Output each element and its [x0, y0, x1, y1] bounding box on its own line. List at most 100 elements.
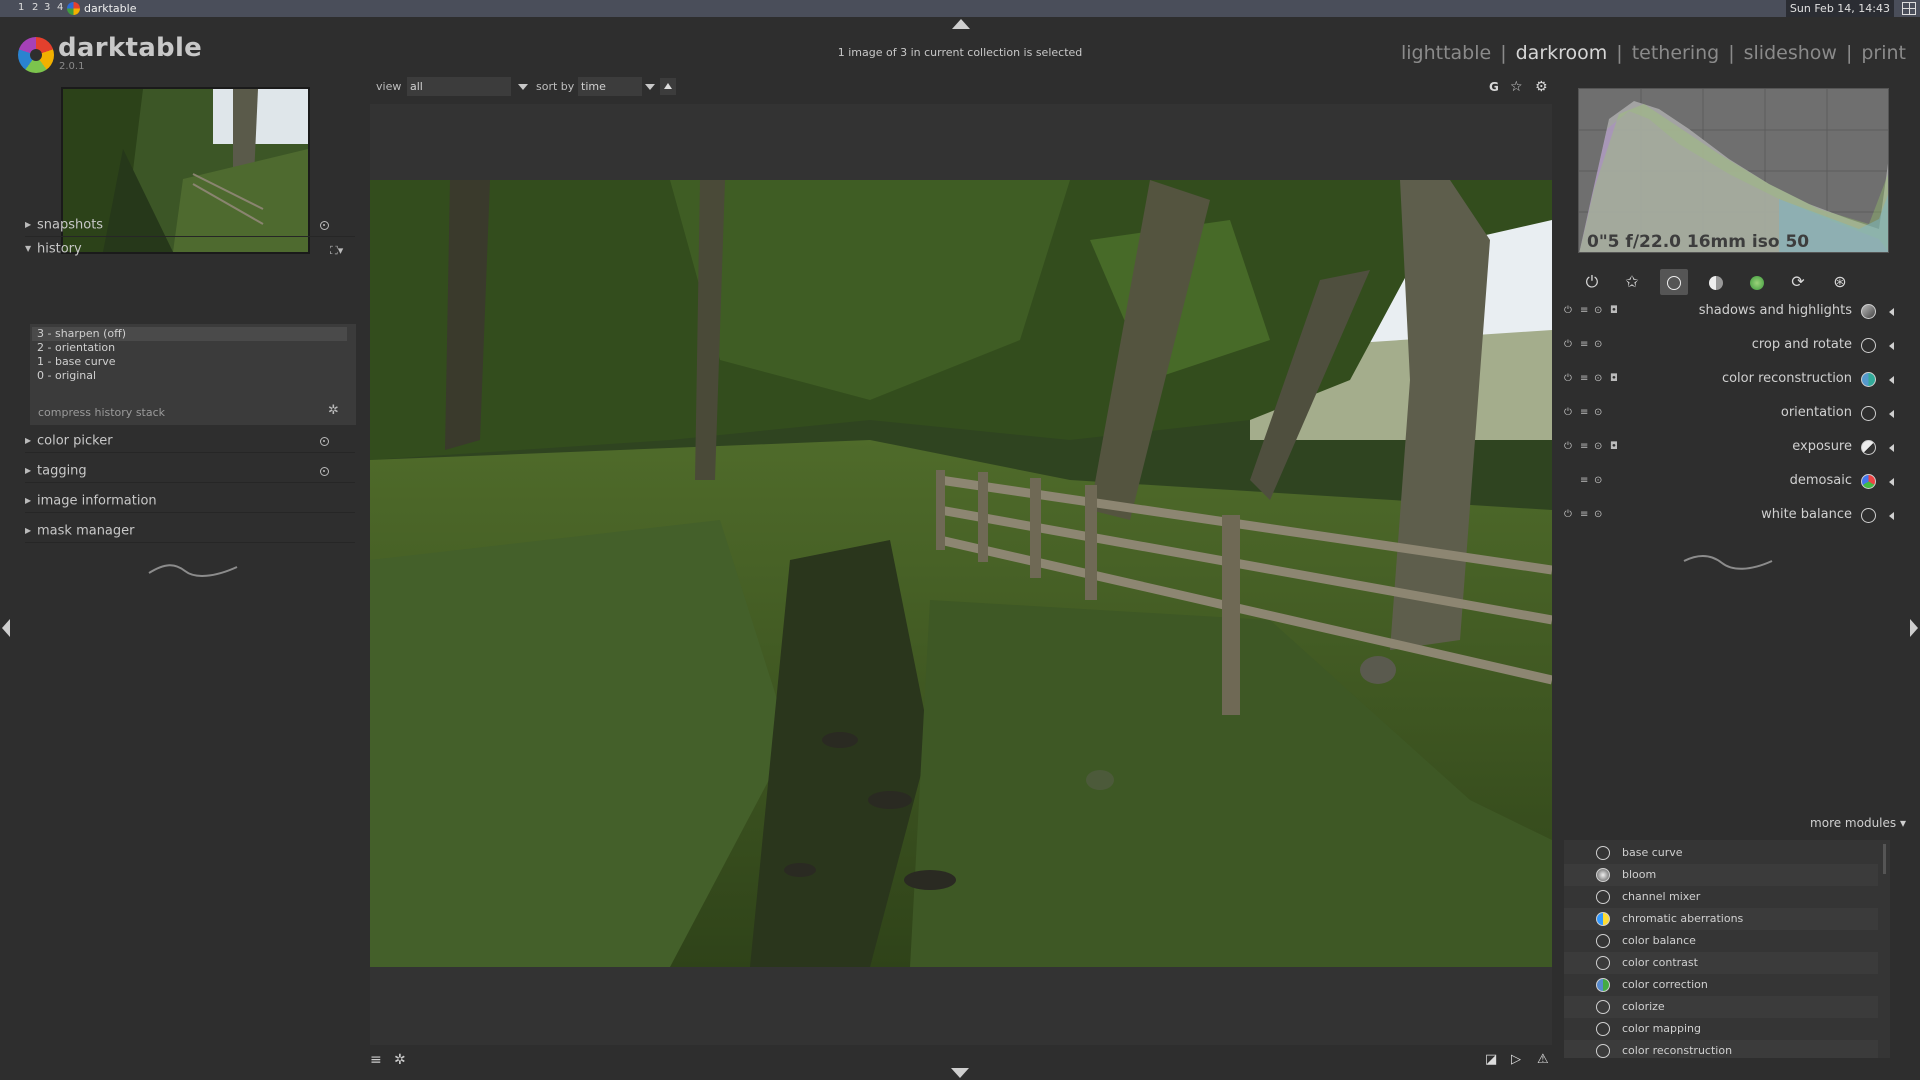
module-crop-and-rotate[interactable]: ⏻ ≡ ⊙ crop and rotate [1560, 329, 1902, 363]
more-module-item[interactable]: chromatic aberrations [1564, 908, 1878, 930]
module-presets-icon[interactable]: ≡ [1580, 305, 1588, 316]
module-instance-icon[interactable]: ◘ [1610, 441, 1618, 452]
history-item[interactable]: 2 - orientation [37, 341, 115, 355]
grouping-icon[interactable]: G [1489, 80, 1499, 94]
compress-history-button[interactable]: compress history stack [38, 406, 165, 419]
module-instance-icon[interactable]: ◘ [1610, 373, 1618, 384]
module-power-icon[interactable]: ⏻ [1564, 339, 1572, 350]
center-image[interactable] [370, 180, 1552, 967]
tone-group-icon[interactable] [1702, 269, 1730, 295]
collapse-right-arrow-icon[interactable] [1910, 619, 1918, 637]
module-reset-icon[interactable]: ⊙ [1594, 509, 1602, 520]
view-lighttable[interactable]: lighttable [1401, 42, 1491, 64]
module-power-icon[interactable]: ⏻ [1564, 441, 1572, 452]
presets-menu-icon[interactable]: ≡ [370, 1052, 382, 1068]
softproof-toggle-icon[interactable]: ▷ [1511, 1052, 1521, 1067]
reset-icon[interactable] [320, 437, 329, 446]
more-module-item[interactable]: channel mixer [1564, 886, 1878, 908]
power-icon[interactable]: ⏻ [1578, 269, 1606, 295]
module-reset-icon[interactable]: ⊙ [1594, 339, 1602, 350]
reset-icon[interactable] [320, 221, 329, 230]
expand-arrow-icon[interactable] [1889, 444, 1894, 452]
module-white-balance[interactable]: ⏻ ≡ ⊙ white balance [1560, 499, 1902, 533]
more-modules-scrollbar[interactable] [1883, 844, 1886, 874]
gear-icon[interactable]: ⚙ [1535, 79, 1548, 95]
expand-arrow-icon[interactable] [1889, 308, 1894, 316]
view-darkroom[interactable]: darkroom [1516, 42, 1608, 64]
expand-arrow-icon[interactable] [1889, 342, 1894, 350]
module-power-icon[interactable]: ⏻ [1564, 407, 1572, 418]
view-filter-combo[interactable]: all [407, 77, 511, 96]
view-slideshow[interactable]: slideshow [1744, 42, 1837, 64]
module-presets-icon[interactable]: ≡ [1580, 509, 1588, 520]
module-demosaic[interactable]: ≡ ⊙ demosaic [1560, 465, 1902, 499]
sort-direction-button[interactable] [660, 78, 676, 95]
module-presets-icon[interactable]: ≡ [1580, 339, 1588, 350]
module-instance-icon[interactable]: ◘ [1610, 305, 1618, 316]
module-presets-icon[interactable]: ≡ [1580, 407, 1588, 418]
section-mask-manager[interactable]: ▶ mask manager [25, 519, 355, 543]
clock[interactable]: Sun Feb 14, 14:43 [1785, 0, 1894, 17]
section-snapshots[interactable]: ▶ snapshots [25, 213, 355, 237]
window-title[interactable]: darktable [84, 0, 136, 17]
star-icon[interactable]: ☆ [1510, 79, 1523, 95]
module-color-reconstruction[interactable]: ⏻ ≡ ⊙ ◘ color reconstruction [1560, 363, 1902, 397]
more-module-item[interactable]: bloom [1564, 864, 1878, 886]
module-presets-icon[interactable]: ≡ [1580, 441, 1588, 452]
section-color-picker[interactable]: ▶ color picker [25, 429, 355, 453]
module-power-icon[interactable]: ⏻ [1564, 305, 1572, 316]
module-reset-icon[interactable]: ⊙ [1594, 441, 1602, 452]
history-item[interactable]: 0 - original [37, 369, 96, 383]
view-tethering[interactable]: tethering [1632, 42, 1720, 64]
module-reset-icon[interactable]: ⊙ [1594, 475, 1602, 486]
sort-combo[interactable]: time [578, 77, 642, 96]
module-exposure[interactable]: ⏻ ≡ ⊙ ◘ exposure [1560, 431, 1902, 465]
basic-group-circle-icon[interactable] [1660, 269, 1688, 295]
collapse-bottom-arrow-icon[interactable] [951, 1068, 969, 1078]
workspace-2[interactable]: 2 [32, 1, 38, 15]
module-presets-icon[interactable]: ≡ [1580, 475, 1588, 486]
section-tagging[interactable]: ▶ tagging [25, 459, 355, 483]
workspace-1[interactable]: 1 [18, 1, 24, 15]
layout-grid-icon[interactable] [1902, 2, 1916, 15]
module-power-icon[interactable]: ⏻ [1564, 373, 1572, 384]
workspace-4[interactable]: 4 [57, 1, 63, 15]
chevron-down-icon[interactable] [518, 84, 528, 90]
section-image-information[interactable]: ▶ image information [25, 489, 355, 513]
reset-icon[interactable] [320, 467, 329, 476]
history-item[interactable]: 1 - base curve [37, 355, 116, 369]
collapse-top-arrow-icon[interactable] [952, 19, 970, 29]
expand-arrow-icon[interactable] [1889, 376, 1894, 384]
expand-arrow-icon[interactable] [1889, 410, 1894, 418]
module-orientation[interactable]: ⏻ ≡ ⊙ orientation [1560, 397, 1902, 431]
more-module-item[interactable]: colorize [1564, 996, 1878, 1018]
chevron-down-icon[interactable] [645, 84, 655, 90]
effect-group-icon[interactable]: ⊛ [1826, 269, 1854, 295]
histogram[interactable]: 0"5 f/22.0 16mm iso 50 [1578, 88, 1889, 253]
more-modules-toggle[interactable]: more modules ▾ [1810, 816, 1906, 830]
workspace-3[interactable]: 3 [44, 1, 50, 15]
more-module-item[interactable]: color contrast [1564, 952, 1878, 974]
module-shadows-and-highlights[interactable]: ⏻ ≡ ⊙ ◘ shadows and highlights [1560, 295, 1902, 329]
more-module-item[interactable]: color mapping [1564, 1018, 1878, 1040]
collapse-left-arrow-icon[interactable] [2, 619, 10, 637]
section-history[interactable]: ▼ history [25, 237, 355, 261]
module-reset-icon[interactable]: ⊙ [1594, 373, 1602, 384]
history-item[interactable]: 3 - sharpen (off) [32, 327, 347, 341]
expand-arrow-icon[interactable] [1889, 512, 1894, 520]
module-power-icon[interactable]: ⏻ [1564, 509, 1572, 520]
image-canvas[interactable] [370, 104, 1552, 1045]
expand-arrow-icon[interactable] [1889, 478, 1894, 486]
more-module-item[interactable]: color correction [1564, 974, 1878, 996]
more-module-item[interactable]: base curve [1564, 842, 1878, 864]
color-group-icon[interactable] [1743, 269, 1771, 295]
module-reset-icon[interactable]: ⊙ [1594, 305, 1602, 316]
create-style-icon[interactable]: ✲ [328, 404, 342, 418]
favorites-star-icon[interactable]: ✩ [1618, 269, 1646, 295]
correct-group-icon[interactable]: ⟳ [1784, 269, 1812, 295]
styles-icon[interactable]: ✲ [394, 1052, 406, 1068]
module-reset-icon[interactable]: ⊙ [1594, 407, 1602, 418]
view-print[interactable]: print [1861, 42, 1906, 64]
gamut-check-icon[interactable]: ⚠ [1537, 1052, 1549, 1067]
overexposure-toggle-icon[interactable]: ◪ [1485, 1052, 1497, 1067]
